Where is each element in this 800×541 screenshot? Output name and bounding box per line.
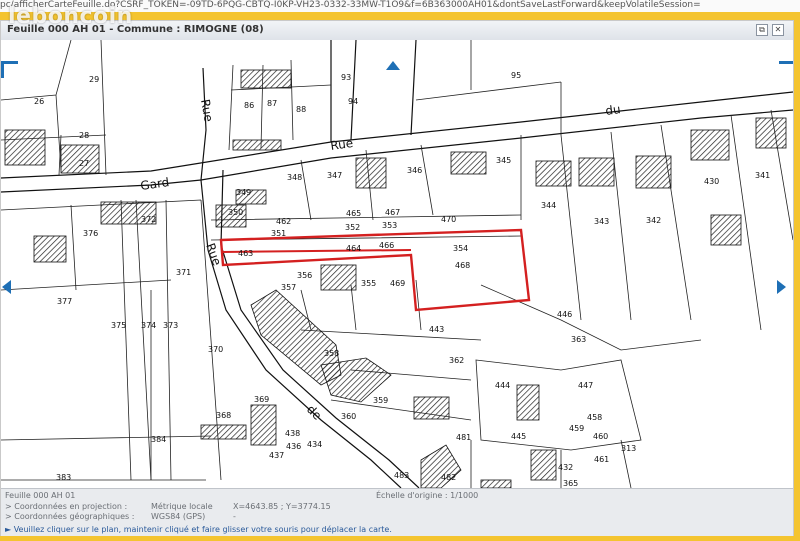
parcel-label: 469	[390, 279, 405, 288]
map-window: Feuille 000 AH 01 - Commune : RIMOGNE (0…	[0, 20, 794, 536]
parcel-label: 26	[34, 97, 44, 106]
parcel-label: 468	[455, 261, 470, 270]
parcel-label: 463	[238, 249, 253, 258]
parcel-label: 345	[496, 156, 511, 165]
parcel-label: 481	[456, 433, 471, 442]
close-icon[interactable]: ✕	[772, 24, 784, 36]
parcel-label: 352	[345, 223, 360, 232]
frame-corner-top-right	[779, 61, 793, 78]
parcel-label: 446	[557, 310, 572, 319]
projection-coords-value: X=4643.85 ; Y=3774.15	[233, 502, 331, 511]
parcel-label: 459	[569, 424, 584, 433]
parcel-label: 362	[449, 356, 464, 365]
parcel-label: 88	[296, 105, 306, 114]
parcel-label: 482	[441, 473, 456, 482]
parcel-label: 444	[495, 381, 510, 390]
parcel-label: 432	[558, 463, 573, 472]
parcel-label: 460	[593, 432, 608, 441]
parcel-label: 458	[587, 413, 602, 422]
parcel-label: 360	[341, 412, 356, 421]
scale-label: Échelle d'origine : 1/1000	[376, 491, 479, 500]
parcel-label: 371	[176, 268, 191, 277]
parcel-label: 94	[348, 97, 358, 106]
parcel-label: 313	[621, 444, 636, 453]
geographic-coords-label: > Coordonnées géographiques :	[5, 512, 135, 521]
parcel-label: 465	[346, 209, 361, 218]
parcel-label: 430	[704, 177, 719, 186]
pan-up-arrow-icon[interactable]	[386, 61, 400, 70]
parcel-label: 350	[228, 208, 243, 217]
parcel-label: 438	[285, 429, 300, 438]
parcel-label: 86	[244, 101, 254, 110]
street-label-du: du	[604, 102, 621, 118]
parcel-label: 354	[453, 244, 468, 253]
parcel-label: 376	[83, 229, 98, 238]
parcel-label: 358	[324, 349, 339, 358]
parcel-label: 462	[276, 217, 291, 226]
parcel-label: 470	[441, 215, 456, 224]
parcel-label: 93	[341, 73, 351, 82]
parcel-label: 349	[236, 188, 251, 197]
parcel-label: 351	[271, 229, 286, 238]
parcel-label: 434	[307, 440, 322, 449]
metric-system-label: Métrique locale	[151, 502, 213, 511]
parcel-label: 372	[141, 215, 156, 224]
parcel-label: 445	[511, 432, 526, 441]
parcel-label: 365	[563, 479, 578, 488]
leboncoin-logo: leboncoin	[8, 4, 133, 29]
parcel-label: 348	[287, 173, 302, 182]
drag-hint-text: ► Veuillez cliquer sur le plan, mainteni…	[5, 525, 392, 534]
parcel-label: 373	[163, 321, 178, 330]
parcel-label: 363	[571, 335, 586, 344]
parcel-label: 344	[541, 201, 556, 210]
parcel-label: 368	[216, 411, 231, 420]
parcel-label: 447	[578, 381, 593, 390]
parcel-label: 464	[346, 244, 361, 253]
feuille-label: Feuille 000 AH 01	[5, 491, 76, 500]
pan-right-arrow-icon[interactable]	[777, 280, 786, 294]
parcel-label: 443	[429, 325, 444, 334]
parcel-label: 347	[327, 171, 342, 180]
map-background	[1, 40, 793, 488]
parcel-label: 87	[267, 99, 277, 108]
parcel-label: 466	[379, 241, 394, 250]
parcel-label: 342	[646, 216, 661, 225]
parcel-label: 384	[151, 435, 166, 444]
geographic-coords-value: -	[233, 512, 236, 521]
parcel-label: 437	[269, 451, 284, 460]
parcel-label: 341	[755, 171, 770, 180]
parcel-label: 356	[297, 271, 312, 280]
parcel-label: 346	[407, 166, 422, 175]
restore-icon[interactable]: ⧉	[756, 24, 768, 36]
parcel-label: 28	[79, 131, 89, 140]
cadastral-map[interactable]: Rue du Rue Gard Rue de 26 29 93 95 86 87…	[1, 40, 793, 488]
frame-corner-top-left	[1, 61, 18, 78]
parcel-label: 467	[385, 208, 400, 217]
parcel-label: 29	[89, 75, 99, 84]
parcel-label: 357	[281, 283, 296, 292]
map-canvas[interactable]: Rue du Rue Gard Rue de 26 29 93 95 86 87…	[1, 40, 793, 488]
map-info-bar: Feuille 000 AH 01 > Coordonnées en proje…	[1, 488, 793, 536]
parcel-label: 383	[56, 473, 71, 482]
parcel-label: 461	[594, 455, 609, 464]
pan-left-arrow-icon[interactable]	[2, 280, 11, 294]
parcel-label: 95	[511, 71, 521, 80]
parcel-label: 483	[394, 471, 409, 480]
parcel-label: 355	[361, 279, 376, 288]
parcel-label: 353	[382, 221, 397, 230]
parcel-label: 359	[373, 396, 388, 405]
parcel-label: 375	[111, 321, 126, 330]
wgs-system-label: WGS84 (GPS)	[151, 512, 206, 521]
parcel-label: 374	[141, 321, 156, 330]
parcel-label: 27	[79, 159, 89, 168]
projection-coords-label: > Coordonnées en projection :	[5, 502, 128, 511]
parcel-label: 369	[254, 395, 269, 404]
parcel-label: 436	[286, 442, 301, 451]
parcel-label: 343	[594, 217, 609, 226]
parcel-label: 370	[208, 345, 223, 354]
parcel-label: 377	[57, 297, 72, 306]
